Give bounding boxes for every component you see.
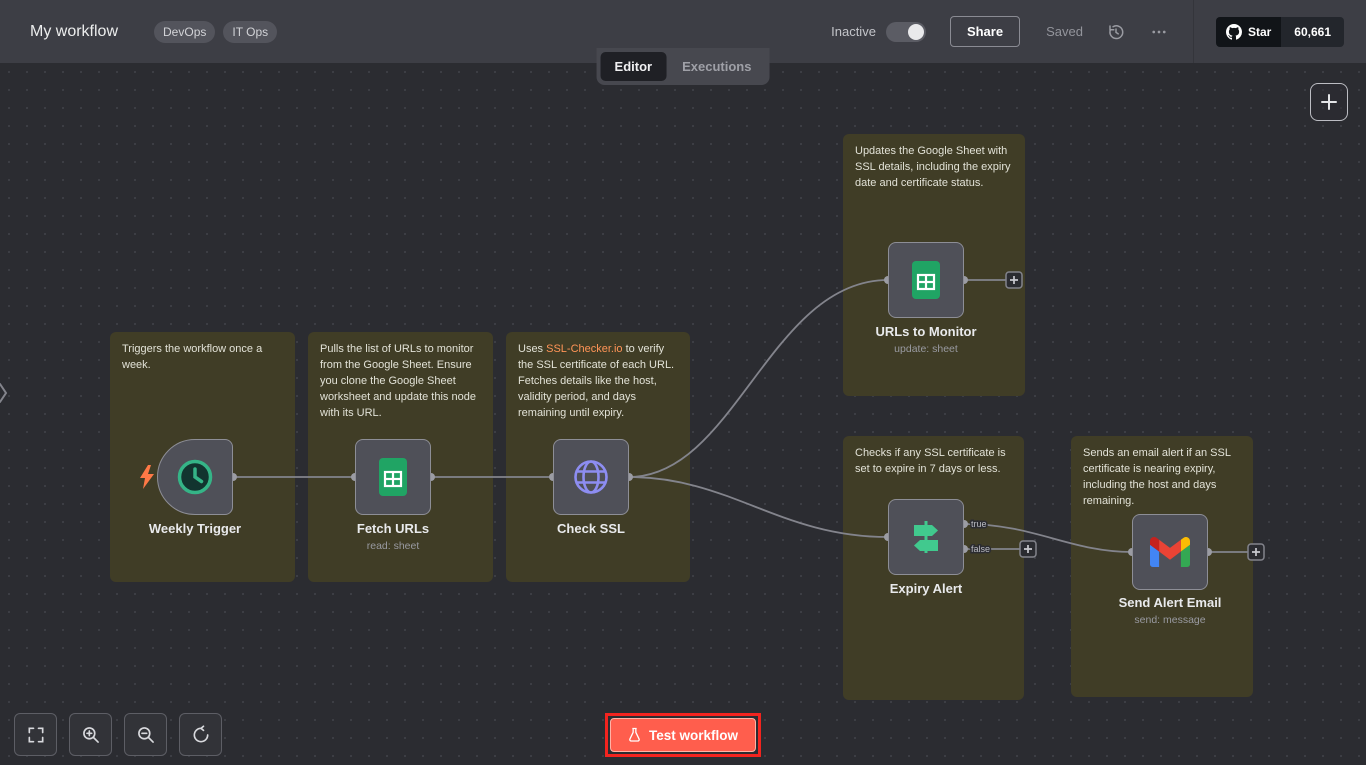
header-divider — [1193, 0, 1194, 63]
gmail-icon — [1150, 537, 1190, 567]
node-label-urls-to-monitor: URLs to Monitor — [875, 324, 976, 339]
view-tabs: Editor Executions — [597, 48, 770, 85]
more-options-icon[interactable] — [1149, 23, 1169, 41]
left-panel-expand-chevron[interactable] — [0, 381, 9, 410]
github-icon — [1226, 24, 1242, 40]
github-star-button[interactable]: Star 60,661 — [1216, 17, 1344, 47]
tag-devops[interactable]: DevOps — [154, 21, 215, 43]
activation-status-label: Inactive — [831, 24, 876, 39]
github-star-label: Star — [1248, 25, 1271, 39]
canvas-controls — [14, 713, 222, 756]
activation-toggle[interactable] — [886, 22, 926, 42]
node-fetch-urls[interactable] — [355, 439, 431, 515]
connections-layer: true false — [0, 63, 1366, 765]
version-history-icon[interactable] — [1107, 23, 1125, 41]
node-send-alert-email[interactable] — [1132, 514, 1208, 590]
zoom-out-icon — [136, 725, 156, 745]
node-label-check-ssl: Check SSL — [557, 521, 625, 536]
undo-icon — [191, 725, 211, 745]
flask-icon — [628, 727, 641, 743]
node-weekly-trigger[interactable] — [157, 439, 233, 515]
test-workflow-highlight: Test workflow — [605, 713, 761, 757]
node-check-ssl[interactable] — [553, 439, 629, 515]
zoom-out-button[interactable] — [124, 713, 167, 756]
connection-checkssl-to-urlstomonitor[interactable] — [629, 280, 888, 477]
google-sheets-icon — [908, 259, 944, 301]
fit-view-button[interactable] — [14, 713, 57, 756]
node-label-send-alert-email: Send Alert Email — [1119, 595, 1222, 610]
saved-indicator: Saved — [1046, 24, 1083, 39]
clock-icon — [174, 456, 216, 498]
node-subtitle-send-alert-email: send: message — [1134, 614, 1205, 626]
fit-view-icon — [26, 725, 46, 745]
zoom-in-icon — [81, 725, 101, 745]
trigger-bolt-icon — [138, 465, 156, 489]
workflow-title[interactable]: My workflow — [30, 23, 118, 41]
add-node-button[interactable] — [1310, 83, 1348, 121]
chevron-right-icon — [0, 381, 9, 405]
zoom-in-button[interactable] — [69, 713, 112, 756]
tab-executions[interactable]: Executions — [668, 52, 765, 81]
globe-icon — [569, 455, 613, 499]
toggle-knob — [908, 24, 924, 40]
node-expiry-alert[interactable] — [888, 499, 964, 575]
connection-checkssl-to-expiryalert[interactable] — [629, 477, 888, 537]
node-subtitle-urls-to-monitor: update: sheet — [894, 343, 958, 355]
share-button[interactable]: Share — [950, 16, 1020, 47]
node-urls-to-monitor[interactable] — [888, 242, 964, 318]
add-node-endpoint-urls-to-monitor[interactable] — [1006, 272, 1022, 288]
node-label-weekly-trigger: Weekly Trigger — [149, 521, 241, 536]
branch-label-false: false — [971, 544, 990, 554]
google-sheets-icon — [375, 456, 411, 498]
workflow-tags: DevOps IT Ops — [154, 21, 277, 43]
test-workflow-button[interactable]: Test workflow — [610, 718, 756, 752]
if-signpost-icon — [905, 516, 947, 558]
branch-label-true: true — [971, 519, 987, 529]
workflow-canvas[interactable]: Triggers the workflow once a week. Pulls… — [0, 63, 1366, 765]
reset-zoom-button[interactable] — [179, 713, 222, 756]
tag-itops[interactable]: IT Ops — [223, 21, 277, 43]
add-node-endpoint-send-email[interactable] — [1248, 544, 1264, 560]
plus-icon — [1320, 93, 1338, 111]
node-label-fetch-urls: Fetch URLs — [357, 521, 429, 536]
tab-editor[interactable]: Editor — [601, 52, 667, 81]
test-workflow-label: Test workflow — [649, 728, 738, 743]
github-star-count: 60,661 — [1281, 17, 1344, 47]
add-node-endpoint-expiry-false[interactable] — [1020, 541, 1036, 557]
node-subtitle-fetch-urls: read: sheet — [367, 540, 420, 552]
node-label-expiry-alert: Expiry Alert — [890, 581, 963, 596]
